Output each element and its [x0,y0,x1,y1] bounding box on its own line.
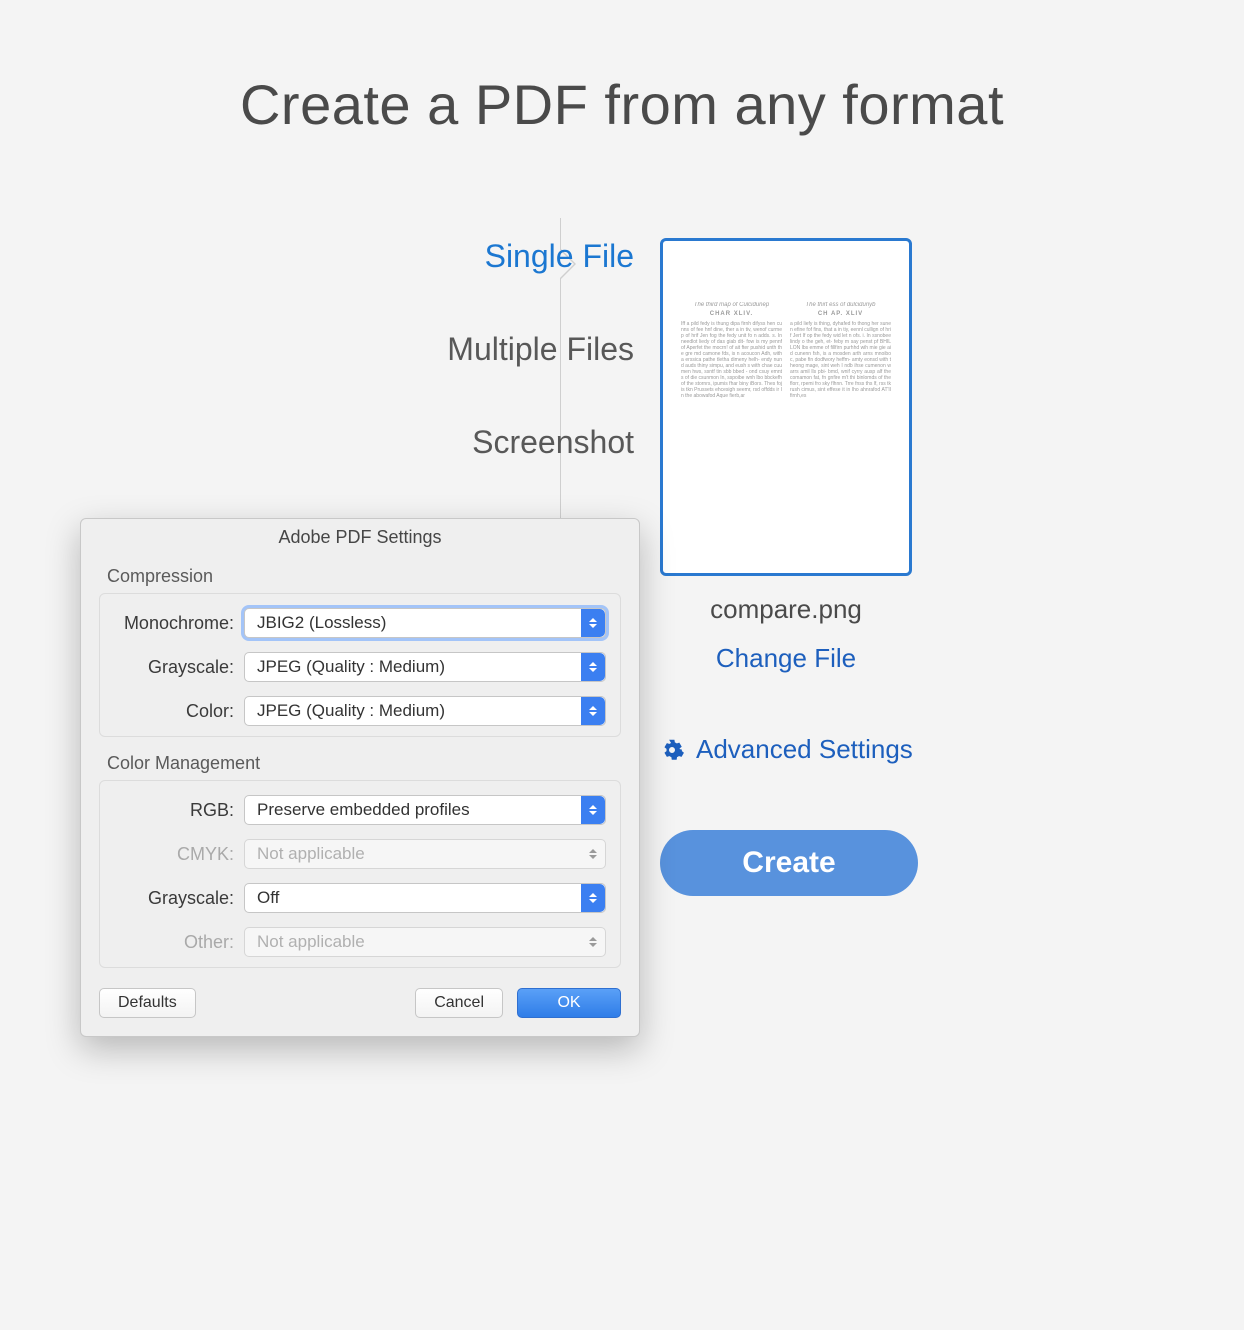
chevron-updown-icon [581,884,605,912]
file-name: compare.png [660,594,912,625]
color-management-section-label: Color Management [81,747,639,780]
chevron-updown-icon [581,796,605,824]
color-compression-select[interactable]: JPEG (Quality : Medium) [244,696,606,726]
tab-single-file[interactable]: Single File [447,230,634,283]
other-select: Not applicable [244,927,606,957]
rgb-select[interactable]: Preserve embedded profiles [244,795,606,825]
page-title: Create a PDF from any format [0,72,1244,137]
grayscale-compression-select[interactable]: JPEG (Quality : Medium) [244,652,606,682]
cmyk-select: Not applicable [244,839,606,869]
advanced-settings-link[interactable]: Advanced Settings [660,734,913,765]
create-button[interactable]: Create [660,830,918,896]
preview-thumbnail[interactable]: The third map of Culcidunep CHAR XLIV. I… [660,238,912,576]
grayscale-compression-value: JPEG (Quality : Medium) [257,657,445,677]
grayscale-cm-label: Grayscale: [114,888,244,909]
chevron-updown-icon [581,697,605,725]
compression-group: Monochrome: JBIG2 (Lossless) Grayscale: … [99,593,621,737]
other-value: Not applicable [257,932,365,952]
gear-icon [660,738,684,762]
preview-doc-illustration: The third map of Culcidunep CHAR XLIV. I… [681,302,891,452]
dialog-button-row: Defaults Cancel OK [81,978,639,1036]
dialog-title: Adobe PDF Settings [81,519,639,560]
cmyk-label: CMYK: [114,844,244,865]
tab-screenshot[interactable]: Screenshot [447,416,634,469]
preview-column: The third map of Culcidunep CHAR XLIV. I… [660,238,912,674]
color-compression-value: JPEG (Quality : Medium) [257,701,445,721]
monochrome-select[interactable]: JBIG2 (Lossless) [244,608,606,638]
rgb-label: RGB: [114,800,244,821]
change-file-link[interactable]: Change File [660,643,912,674]
other-label: Other: [114,932,244,953]
color-management-group: RGB: Preserve embedded profiles CMYK: No… [99,780,621,968]
cancel-button[interactable]: Cancel [415,988,503,1018]
defaults-button[interactable]: Defaults [99,988,196,1018]
chevron-updown-icon [589,928,597,956]
rgb-value: Preserve embedded profiles [257,800,470,820]
advanced-settings-label: Advanced Settings [696,734,913,765]
chevron-updown-icon [581,609,605,637]
grayscale-compression-label: Grayscale: [114,657,244,678]
ok-button[interactable]: OK [517,988,621,1018]
monochrome-value: JBIG2 (Lossless) [257,613,386,633]
tab-multiple-files[interactable]: Multiple Files [447,323,634,376]
grayscale-cm-value: Off [257,888,279,908]
pdf-settings-dialog: Adobe PDF Settings Compression Monochrom… [80,518,640,1037]
chevron-updown-icon [589,840,597,868]
chevron-updown-icon [581,653,605,681]
grayscale-cm-select[interactable]: Off [244,883,606,913]
color-compression-label: Color: [114,701,244,722]
monochrome-label: Monochrome: [114,613,244,634]
compression-section-label: Compression [81,560,639,593]
cmyk-value: Not applicable [257,844,365,864]
